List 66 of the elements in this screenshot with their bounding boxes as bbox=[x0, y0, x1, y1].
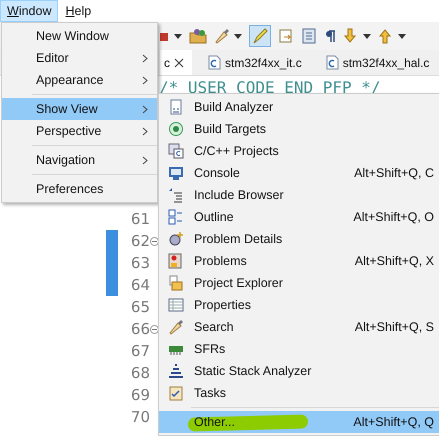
shortcut-text: Alt+Shift+Q, S bbox=[354, 320, 434, 334]
line-number: 61 bbox=[130, 210, 150, 228]
menu-item[interactable]: Static Stack Analyzer bbox=[159, 360, 439, 382]
shortcut-text: Alt+Shift+Q, X bbox=[354, 254, 434, 268]
menu-item[interactable]: Appearance bbox=[2, 69, 157, 91]
menu-item[interactable]: C/C++ Projects bbox=[159, 140, 439, 162]
line-number: 67 bbox=[130, 342, 150, 360]
project-window-icon bbox=[168, 143, 184, 159]
pilcrow-icon[interactable] bbox=[324, 29, 336, 43]
outline-icon bbox=[168, 209, 184, 225]
line-number: 65 bbox=[130, 298, 150, 316]
monitor-icon bbox=[168, 165, 184, 181]
editor-tab[interactable]: c bbox=[160, 50, 192, 75]
menu-item[interactable]: Properties bbox=[159, 294, 439, 316]
line-number: 64 bbox=[130, 276, 150, 294]
menu-item[interactable]: Problem Details bbox=[159, 228, 439, 250]
table-icon bbox=[168, 297, 184, 313]
close-icon[interactable] bbox=[174, 58, 184, 68]
menu-item[interactable]: Include Browser bbox=[159, 184, 439, 206]
dropdown-arrow-icon[interactable] bbox=[174, 34, 182, 38]
highlight-toggle-button[interactable] bbox=[249, 25, 271, 47]
menu-item[interactable]: Console Alt+Shift+Q, C bbox=[159, 162, 439, 184]
line-number: 62 bbox=[130, 232, 150, 250]
menu-item[interactable]: Outline Alt+Shift+Q, O bbox=[159, 206, 439, 228]
menu-item[interactable]: Navigation bbox=[2, 149, 157, 171]
menu-item[interactable]: Preferences bbox=[2, 178, 157, 200]
shortcut-text: Alt+Shift+Q, Q bbox=[352, 415, 434, 429]
menu-bar-item[interactable]: Window bbox=[0, 0, 58, 22]
line-number: 70 bbox=[130, 408, 150, 426]
binary-file-icon bbox=[168, 99, 184, 115]
menu-item[interactable]: SFRs bbox=[159, 338, 439, 360]
menu-item[interactable]: Editor bbox=[2, 47, 157, 69]
dropdown-arrow-icon[interactable] bbox=[363, 34, 371, 38]
menu-item[interactable]: Build Analyzer bbox=[159, 96, 439, 118]
line-number: 63 bbox=[130, 254, 150, 272]
editor-tab[interactable]: stm32f4xx_hal.c bbox=[322, 50, 438, 75]
shortcut-text: Alt+Shift+Q, C bbox=[353, 166, 434, 180]
collapse-icon[interactable] bbox=[150, 236, 159, 246]
clipboard-icon bbox=[168, 385, 184, 401]
problems-icon bbox=[168, 253, 184, 269]
down-arrow-icon[interactable] bbox=[343, 28, 359, 44]
shortcut-text: Alt+Shift+Q, O bbox=[352, 210, 434, 224]
menu-item[interactable]: Search Alt+Shift+Q, S bbox=[159, 316, 439, 338]
menu-item[interactable]: Project Explorer bbox=[159, 272, 439, 294]
folder-icon bbox=[168, 275, 184, 291]
stack-icon bbox=[168, 363, 184, 379]
line-number: 66 bbox=[130, 320, 150, 338]
menu-item[interactable]: Perspective bbox=[2, 120, 157, 142]
menu-item[interactable]: Tasks bbox=[159, 382, 439, 404]
line-number: 69 bbox=[130, 386, 150, 404]
collapse-icon[interactable] bbox=[150, 324, 159, 334]
dropdown-arrow-icon[interactable] bbox=[398, 34, 406, 38]
c-file-icon bbox=[208, 55, 221, 70]
c-file-icon bbox=[326, 55, 339, 70]
document-icon[interactable] bbox=[301, 28, 317, 44]
menu-bar-item[interactable]: Help bbox=[58, 0, 98, 22]
up-arrow-icon[interactable] bbox=[378, 28, 394, 44]
editor-tab[interactable]: stm32f4xx_it.c bbox=[204, 50, 310, 75]
target-icon bbox=[168, 121, 184, 137]
menu-item[interactable]: Other... Alt+Shift+Q, Q bbox=[159, 411, 439, 433]
menu-item[interactable]: Show View bbox=[2, 98, 157, 120]
menu-item[interactable]: Problems Alt+Shift+Q, X bbox=[159, 250, 439, 272]
menu-item[interactable]: Build Targets bbox=[159, 118, 439, 140]
line-number: 68 bbox=[130, 364, 150, 382]
folder-icon[interactable] bbox=[189, 28, 207, 44]
dropdown-arrow-icon[interactable] bbox=[234, 34, 242, 38]
